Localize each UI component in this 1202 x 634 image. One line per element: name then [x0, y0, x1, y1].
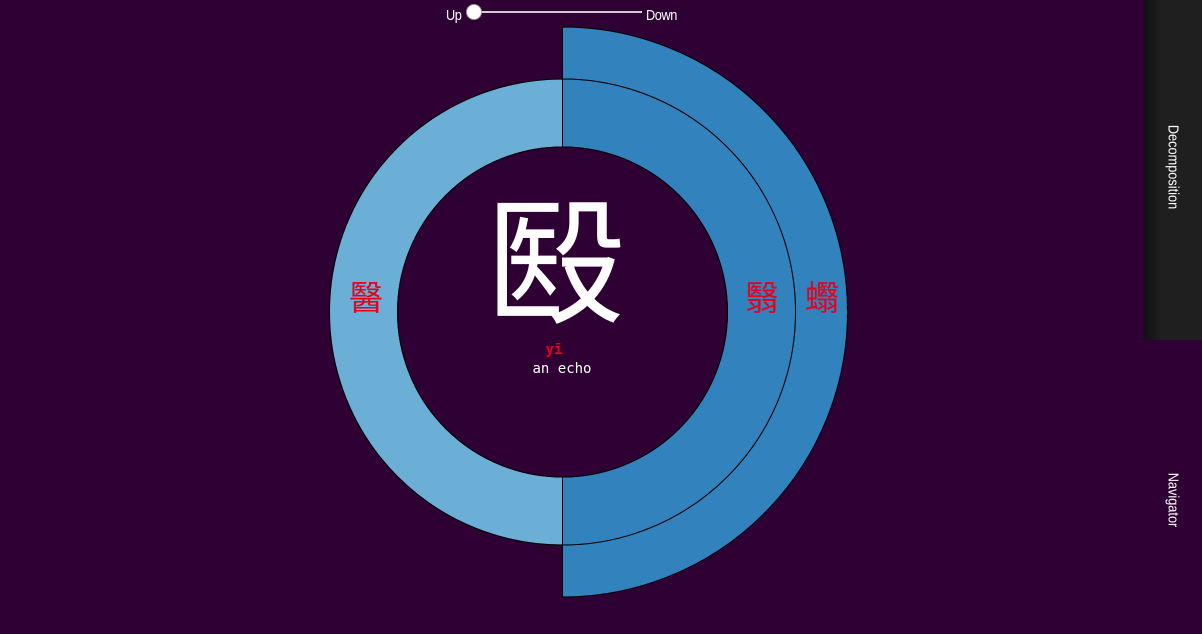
center-pinyin: yī — [546, 342, 563, 358]
center-definition: an echo — [532, 361, 591, 377]
ring-label-outer-right[interactable]: 蠮 — [805, 279, 839, 319]
decomposition-panel-tab[interactable]: Decomposition — [1144, 0, 1202, 340]
decomposition-label: Decomposition — [1164, 124, 1182, 210]
center-character: 殹 — [487, 185, 625, 346]
navigator-label: Navigator — [1164, 472, 1182, 528]
sunburst-chart: 醫 翳 蠮 殹 yī an echo — [329, 26, 848, 598]
sunburst-viewer: Up Down 醫 翳 蠮 殹 yī an echo Decomposition… — [0, 0, 1202, 634]
ring-label-inner-right[interactable]: 翳 — [745, 279, 779, 319]
navigator-panel-tab[interactable]: Navigator — [1144, 340, 1202, 634]
ring-label-inner-left[interactable]: 醫 — [349, 279, 383, 319]
